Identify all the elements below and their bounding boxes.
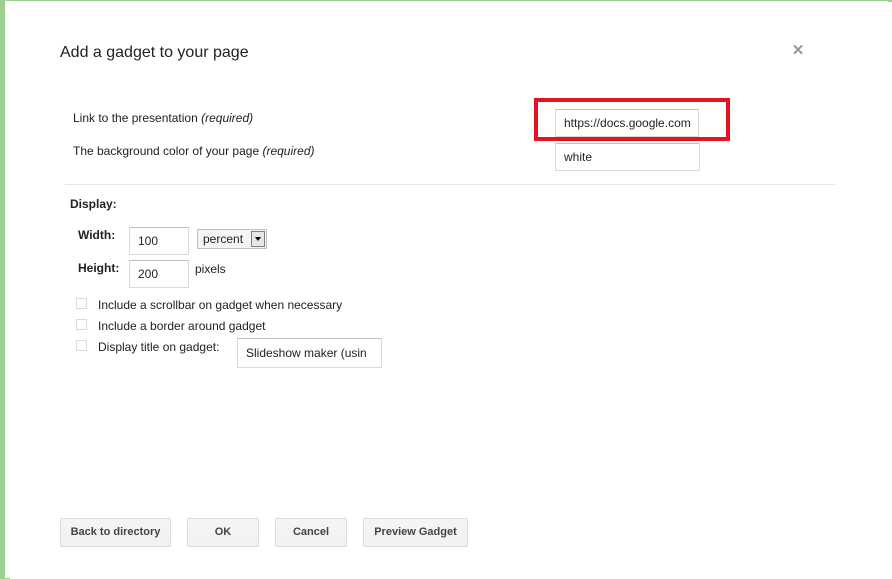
width-unit-select[interactable]: percent (197, 229, 267, 249)
width-input[interactable] (129, 227, 189, 255)
preview-gadget-button[interactable]: Preview Gadget (363, 518, 468, 547)
chevron-down-icon[interactable] (251, 231, 265, 247)
presentation-link-required: (required) (201, 111, 254, 125)
dialog-title: Add a gadget to your page (60, 44, 249, 61)
height-label: Height: (78, 261, 120, 275)
cancel-button[interactable]: Cancel (275, 518, 347, 547)
presentation-link-label-text: Link to the presentation (73, 111, 198, 125)
background-color-label: The background color of your page (requi… (73, 144, 315, 158)
back-to-directory-button[interactable]: Back to directory (60, 518, 171, 547)
width-label: Width: (78, 228, 116, 242)
background-color-required: (required) (262, 144, 315, 158)
display-section-label: Display: (70, 197, 117, 211)
display-title-checkbox-label: Display title on gadget: (98, 340, 220, 354)
close-icon[interactable]: × (790, 41, 806, 60)
width-unit-value: percent (203, 232, 244, 246)
border-checkbox-label: Include a border around gadget (98, 319, 266, 333)
scrollbar-checkbox[interactable] (76, 298, 87, 309)
presentation-link-label: Link to the presentation (required) (73, 111, 253, 125)
background-color-label-text: The background color of your page (73, 144, 260, 158)
section-divider (65, 184, 835, 185)
display-title-checkbox[interactable] (76, 340, 87, 351)
page-frame: Add a gadget to your page × Link to the … (0, 0, 892, 579)
ok-button[interactable]: OK (187, 518, 259, 547)
height-input[interactable] (129, 260, 189, 288)
height-unit-label: pixels (195, 262, 226, 276)
add-gadget-dialog: Add a gadget to your page × Link to the … (10, 2, 892, 579)
gadget-title-input[interactable] (237, 338, 382, 368)
scrollbar-checkbox-label: Include a scrollbar on gadget when neces… (98, 298, 343, 312)
border-checkbox[interactable] (76, 319, 87, 330)
background-color-input[interactable] (555, 143, 700, 171)
presentation-link-input[interactable] (555, 109, 699, 137)
